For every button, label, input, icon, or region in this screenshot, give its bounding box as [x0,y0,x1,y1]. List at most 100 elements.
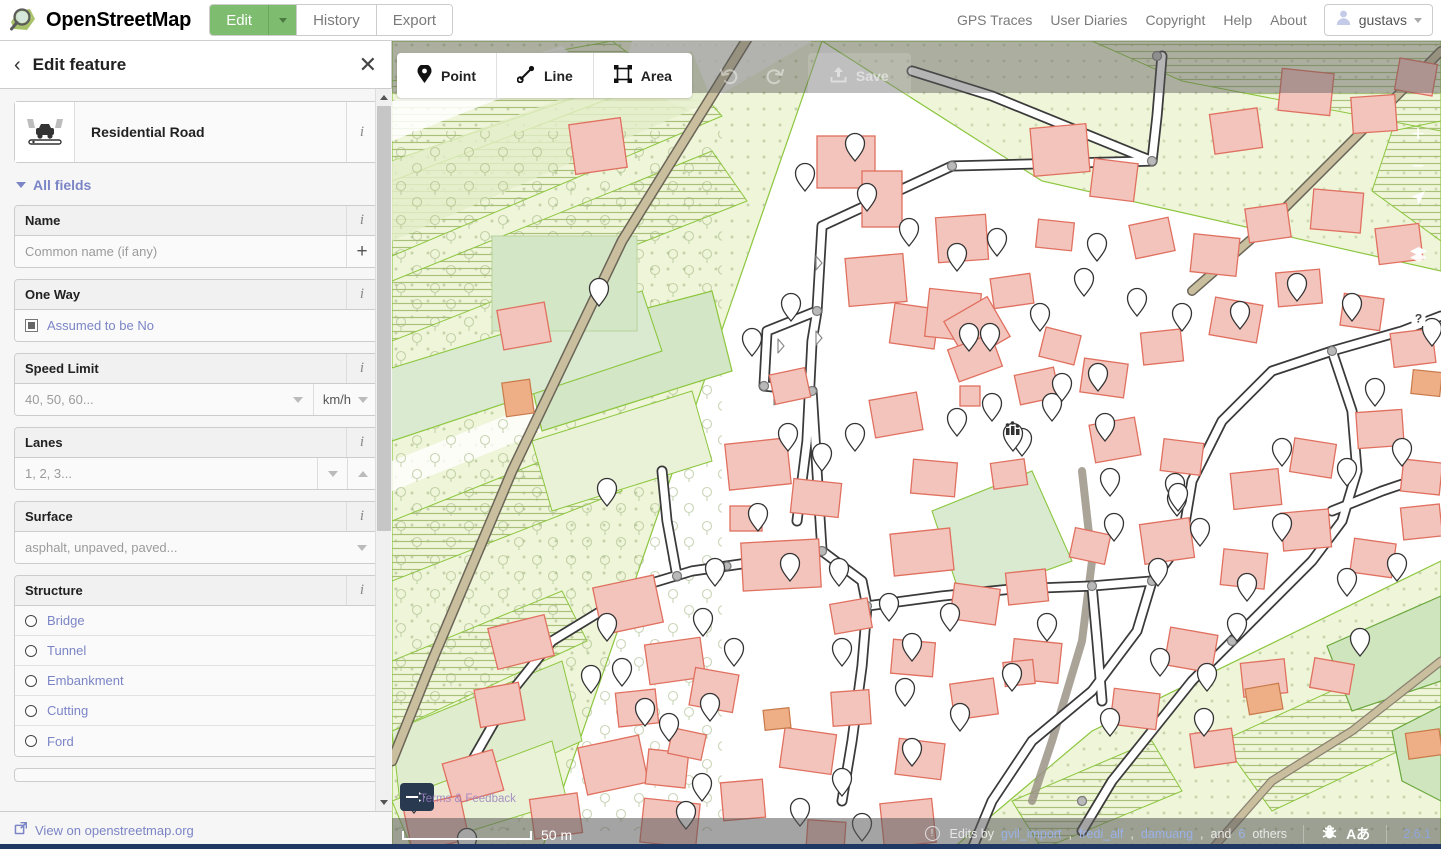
structure-option-ford[interactable]: Ford [15,726,377,756]
save-button[interactable]: Save [807,53,911,98]
page-title: Edit feature [32,54,127,74]
area-icon [613,65,632,86]
indeterminate-checkbox-icon [25,319,38,332]
undo-arrow-icon [719,68,738,84]
field-info-maxspeed[interactable]: i [346,354,377,383]
help-button[interactable]: ? [1403,303,1433,333]
sidebar-scrollbar[interactable] [375,89,392,811]
lanes-dropdown-button[interactable] [317,458,347,489]
field-header: Structure i [15,576,377,606]
structure-option-embankment[interactable]: Embankment [15,666,377,696]
link-copyright[interactable]: Copyright [1145,12,1205,28]
others-count[interactable]: 6 [1238,827,1245,841]
oneway-tristate-checkbox[interactable]: Assumed to be No [15,310,377,341]
chevron-down-icon [357,544,367,551]
lanes-input[interactable]: 1, 2, 3... [15,458,317,489]
structure-label-embankment: Embankment [47,673,124,688]
bug-report-button[interactable] [1320,824,1339,844]
structure-label-bridge: Bridge [47,613,85,628]
nav-history[interactable]: History [297,5,377,35]
edit-dropdown-caret[interactable] [269,5,298,35]
zoom-out-button[interactable]: − [1403,151,1433,181]
all-fields-toggle[interactable]: All fields [14,177,378,193]
background-layers-button[interactable] [1403,239,1433,269]
link-help[interactable]: Help [1223,12,1252,28]
svg-text:?: ? [1414,311,1421,325]
editor-link-2[interactable]: fredi_alf [1079,827,1123,841]
maxspeed-unit-label: km/h [322,392,351,407]
link-user-diaries[interactable]: User Diaries [1050,12,1127,28]
zoom-in-button[interactable]: + [1403,119,1433,149]
site-header: OpenStreetMap Edit History Export GPS Tr… [0,0,1441,41]
field-info-structure[interactable]: i [346,576,377,605]
field-oneway: One Way i Assumed to be No [14,279,378,342]
plus-icon[interactable]: + [346,236,377,267]
structure-option-bridge[interactable]: Bridge [15,606,377,636]
user-menu[interactable]: gustavs [1323,4,1433,36]
geolocate-button[interactable] [1403,183,1433,213]
layers-stack-icon [1409,246,1427,262]
all-fields-label: All fields [33,177,92,193]
field-label-surface: Surface [25,509,73,524]
undo-button[interactable] [706,53,752,98]
redo-button[interactable] [752,53,798,98]
line-icon [516,65,535,86]
surface-dropdown-button[interactable] [347,532,377,563]
language-switcher[interactable]: Aあ [1346,824,1370,844]
history-buttons [706,53,798,98]
link-about[interactable]: About [1270,12,1307,28]
editor-link-1[interactable]: gvil_import [1001,827,1061,841]
scroll-down-arrow-icon[interactable] [376,794,392,811]
field-label-structure: Structure [25,583,83,598]
view-on-osm-link[interactable]: View on openstreetmap.org [35,823,194,838]
version-label[interactable]: 2.6.1 [1403,827,1431,841]
map-pin-icon [417,64,432,86]
feature-type-card[interactable]: Residential Road i [14,101,378,163]
surface-input[interactable]: asphalt, unpaved, paved... [15,532,347,563]
alert-circle-icon[interactable]: ! [924,826,940,841]
and-label: and [1210,826,1232,841]
brand[interactable]: OpenStreetMap [8,5,191,35]
draw-line-button[interactable]: Line [497,53,594,98]
scrollbar-thumb[interactable] [377,106,391,531]
field-header: Speed Limit i [15,354,377,384]
name-input[interactable]: Common name (if any) [15,236,346,267]
map-canvas[interactable]: Point Line Area Save + − ? Terms & Feedb… [392,41,1441,849]
structure-option-cutting[interactable]: Cutting [15,696,377,726]
field-info-surface[interactable]: i [346,502,377,531]
structure-label-cutting: Cutting [47,703,89,718]
scroll-up-arrow-icon[interactable] [376,89,392,106]
external-link-icon [14,821,27,840]
chevron-down-icon [292,396,303,403]
redo-arrow-icon [766,68,784,84]
user-avatar-icon [1335,9,1352,31]
chevron-left-icon[interactable]: ‹ [14,55,21,75]
field-header: Lanes i [15,428,377,458]
maxspeed-input[interactable]: 40, 50, 60... [15,384,283,415]
field-info-oneway[interactable]: i [346,280,377,309]
magnifier-map-logo-icon [8,5,38,35]
field-info-name[interactable]: i [346,206,377,235]
map-controls: + − ? [1403,119,1433,335]
maxspeed-unit-select[interactable]: km/h [312,384,377,415]
maxspeed-dropdown-button[interactable] [283,384,313,415]
feature-info-button[interactable]: i [346,102,377,162]
draw-point-label: Point [441,67,476,84]
chevron-down-icon [16,182,26,188]
save-label: Save [855,67,889,84]
nav-edit[interactable]: Edit [210,5,270,35]
attribution: ! Edits by gvil_import, fredi_alf, damua… [924,824,1441,844]
map-data-button[interactable] [1403,271,1433,301]
draw-area-button[interactable]: Area [594,53,692,98]
radio-icon [25,644,37,657]
draw-point-button[interactable]: Point [397,53,497,98]
terms-feedback-link[interactable]: Terms & Feedback [420,793,516,805]
lanes-stepper-up[interactable] [347,458,377,489]
structure-option-tunnel[interactable]: Tunnel [15,636,377,666]
close-icon[interactable]: ✕ [359,53,377,76]
radio-icon [25,735,37,747]
link-gps-traces[interactable]: GPS Traces [957,12,1032,28]
editor-link-3[interactable]: damuang [1141,827,1193,841]
nav-export[interactable]: Export [376,5,453,35]
field-info-lanes[interactable]: i [346,428,377,457]
